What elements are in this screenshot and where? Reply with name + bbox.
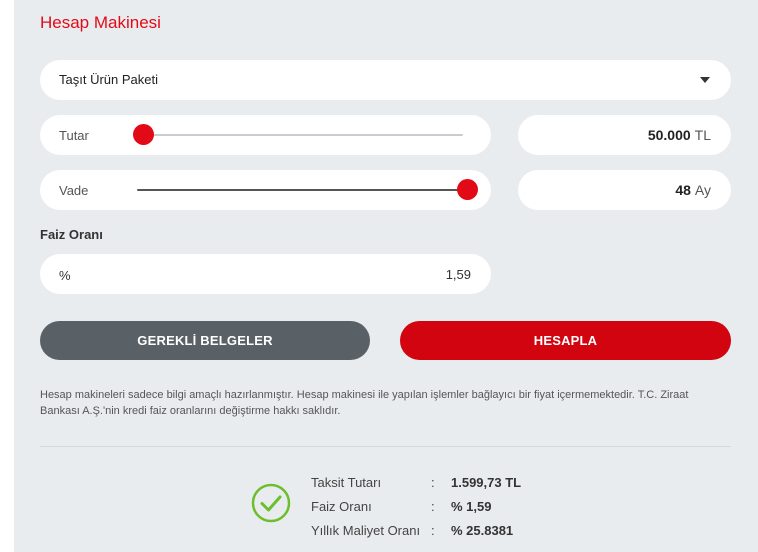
amount-unit: TL xyxy=(694,127,711,143)
installment-label: Taksit Tutarı xyxy=(311,475,382,490)
term-unit: Ay xyxy=(694,182,711,198)
disclaimer-text: Hesap makineleri sadece bilgi amaçlı haz… xyxy=(40,389,689,417)
product-select-value: Taşıt Ürün Paketi xyxy=(59,72,158,87)
term-value-field[interactable]: 48 Ay xyxy=(518,170,731,210)
calculate-button[interactable]: HESAPLA xyxy=(400,321,731,360)
term-value: 48 xyxy=(675,182,691,198)
product-select[interactable]: Taşıt Ürün Paketi xyxy=(40,60,731,100)
interest-rate-field[interactable]: % 1,59 xyxy=(40,254,491,294)
amount-slider-track[interactable] xyxy=(143,134,463,136)
separator: : xyxy=(431,523,435,538)
interest-rate-label: Faiz Oranı xyxy=(40,227,103,242)
percent-symbol: % xyxy=(59,268,71,283)
annual-cost-value: % 25.8381 xyxy=(451,523,514,538)
term-slider-track[interactable] xyxy=(137,189,467,191)
term-label: Vade xyxy=(59,183,89,198)
separator: : xyxy=(431,475,435,490)
amount-slider-handle[interactable] xyxy=(132,124,154,145)
chevron-down-icon xyxy=(700,77,710,83)
term-slider-box: Vade xyxy=(40,170,491,210)
result-values: 1.599,73 TL % 1,59 % 25.8381 xyxy=(451,471,521,543)
amount-value: 50.000 xyxy=(647,127,691,143)
amount-label: Tutar xyxy=(59,128,89,143)
check-circle-icon xyxy=(251,483,291,523)
installment-value: 1.599,73 TL xyxy=(451,475,522,490)
result-labels: Taksit Tutarı Faiz Oranı Yıllık Maliyet … xyxy=(311,471,420,543)
term-slider-handle[interactable] xyxy=(456,179,478,200)
separator: : xyxy=(431,499,435,514)
amount-value-field[interactable]: 50.000 TL xyxy=(518,115,731,155)
annual-cost-label: Yıllık Maliyet Oranı xyxy=(311,523,421,538)
required-documents-button[interactable]: GEREKLİ BELGELER xyxy=(40,321,370,360)
result-separators: : : : xyxy=(431,471,435,543)
result-interest-value: % 1,59 xyxy=(451,499,492,514)
interest-rate-value: 1,59 xyxy=(445,267,471,282)
calculator-title: Hesap Makinesi xyxy=(40,13,161,32)
divider xyxy=(40,446,731,447)
amount-slider-box: Tutar xyxy=(40,115,491,155)
result-interest-label: Faiz Oranı xyxy=(311,499,372,514)
